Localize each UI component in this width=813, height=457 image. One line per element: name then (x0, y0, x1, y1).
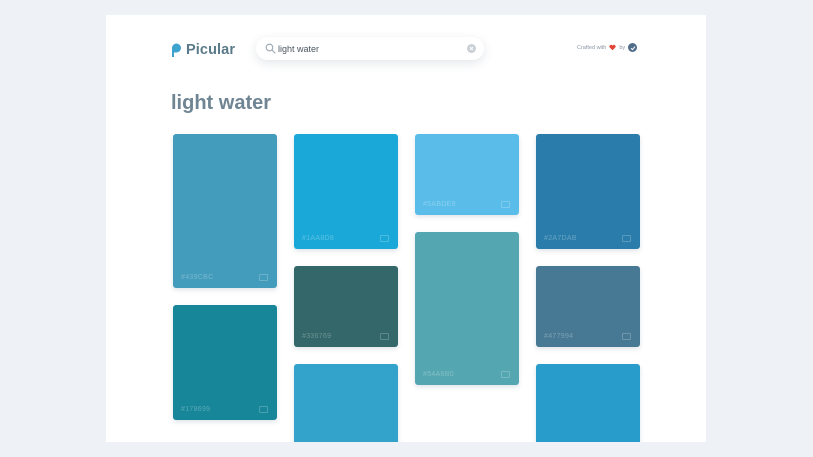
color-hex-label: #1AA8D8 (302, 235, 335, 242)
search-bar (256, 37, 484, 60)
author-avatar[interactable] (628, 43, 638, 52)
image-icon[interactable] (380, 235, 389, 242)
image-icon[interactable] (622, 333, 631, 340)
color-card[interactable]: #178699 (173, 305, 277, 420)
close-icon (469, 46, 474, 51)
image-icon[interactable] (501, 201, 510, 208)
color-hex-label: #2A7DAB (544, 235, 577, 242)
logo[interactable]: Picular (170, 42, 235, 58)
color-card[interactable]: #439CBC (173, 134, 277, 288)
image-icon[interactable] (380, 333, 389, 340)
credit-text: Crafted with (577, 44, 607, 51)
color-hex-label: #178699 (181, 406, 211, 413)
image-icon[interactable] (622, 235, 631, 242)
color-hex-label: #336769 (302, 333, 332, 340)
color-card[interactable]: #54A6B0 (415, 232, 519, 385)
clear-search-button[interactable] (467, 44, 476, 53)
color-hex-label: #54A6B0 (423, 371, 454, 378)
color-card[interactable]: #336769 (294, 266, 398, 347)
credit: Crafted with by (577, 43, 638, 52)
image-icon[interactable] (259, 274, 268, 281)
color-card[interactable] (536, 364, 640, 442)
color-card[interactable]: #2A7DAB (536, 134, 640, 249)
color-hex-label: #439CBC (181, 274, 214, 281)
color-hex-label: #477994 (544, 333, 574, 340)
header: Picular Crafted with by (106, 15, 706, 85)
credit-by-text: by (619, 44, 626, 51)
search-input[interactable] (278, 41, 458, 56)
color-card[interactable]: #1AA8D8 (294, 134, 398, 249)
search-icon (265, 43, 276, 54)
logo-text: Picular (186, 42, 236, 58)
image-icon[interactable] (501, 371, 510, 378)
heart-icon (609, 44, 616, 51)
color-hex-label: #5ABDE9 (423, 201, 456, 208)
color-card[interactable]: #477994 (536, 266, 640, 347)
checkmark-icon (630, 45, 636, 50)
image-icon[interactable] (259, 406, 268, 413)
color-card[interactable]: #5ABDE9 (415, 134, 519, 215)
picular-logo-icon (172, 43, 181, 57)
page-title: light water (171, 92, 272, 114)
page: Picular Crafted with by (106, 15, 706, 442)
color-card[interactable] (294, 364, 398, 442)
